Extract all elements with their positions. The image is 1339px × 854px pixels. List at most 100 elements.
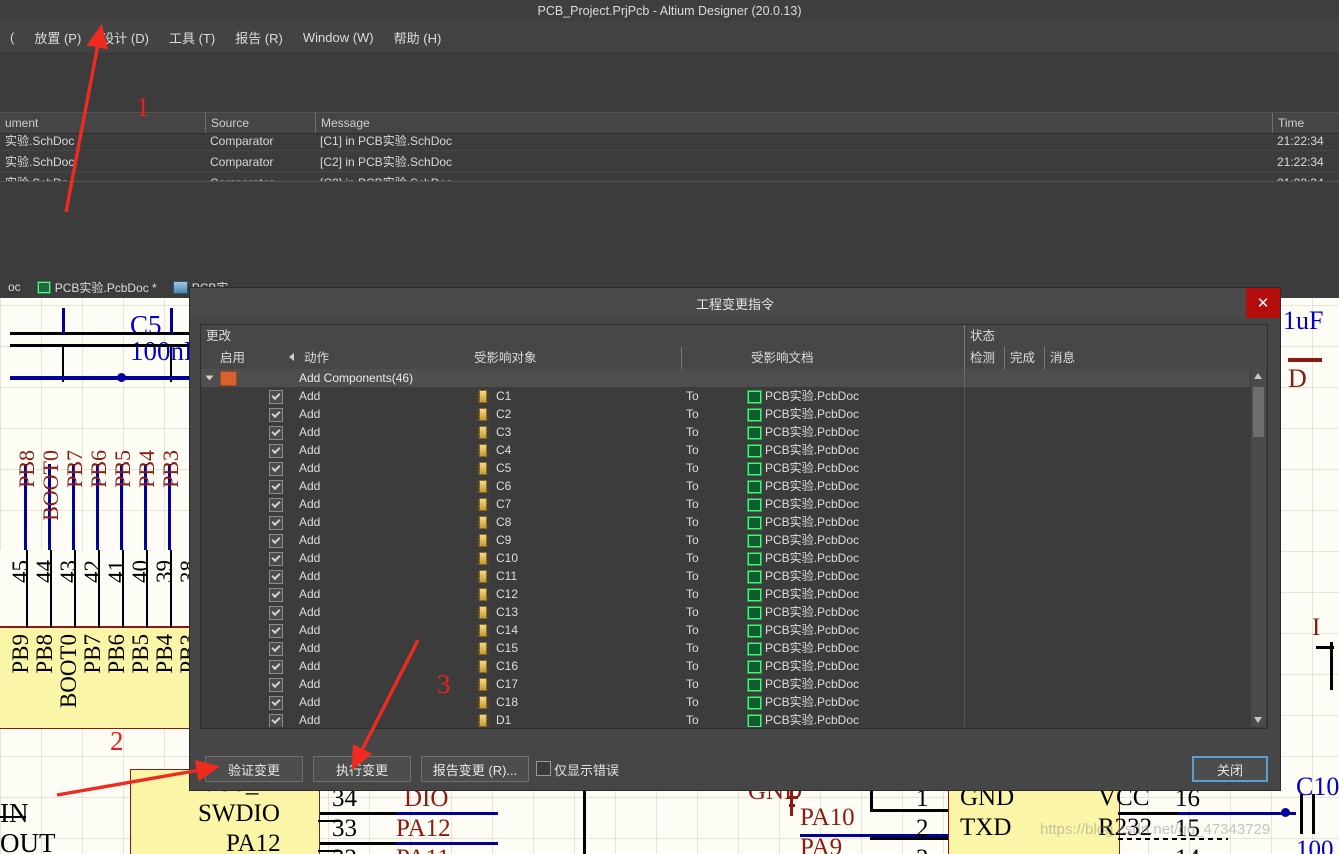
table-row[interactable]: Add C3 To PCB实验.PcbDoc — [201, 423, 1250, 441]
group-row[interactable]: Add Components(46) — [201, 369, 1250, 387]
changes-table[interactable]: 更改 状态 启用 动作 受影响对象 受影响文档 检测 完成 消息 Add Com… — [200, 324, 1268, 729]
table-row[interactable]: Add C12 To PCB实验.PcbDoc — [201, 585, 1250, 603]
validate-changes-button[interactable]: 验证变更 — [205, 756, 303, 782]
table-row[interactable]: Add C9 To PCB实验.PcbDoc — [201, 531, 1250, 549]
row-enable-checkbox[interactable] — [269, 696, 283, 710]
col-header-check[interactable]: 检测 — [964, 347, 1004, 369]
col-header-document[interactable]: ument — [0, 113, 205, 133]
r232-pin-num-14: 14 — [1175, 845, 1200, 854]
toolbar-gap — [0, 52, 1339, 108]
row-enable-checkbox[interactable] — [269, 408, 283, 422]
table-row[interactable]: Add C11 To PCB实验.PcbDoc — [201, 567, 1250, 585]
net-label: PB3 — [158, 450, 183, 488]
wire — [170, 308, 173, 334]
scroll-down-icon[interactable] — [1254, 717, 1262, 723]
rows-viewport[interactable]: Add Components(46) Add C1 To PCB实验.PcbDoc Ad… — [201, 369, 1250, 727]
close-icon[interactable]: ✕ — [1246, 288, 1280, 318]
cell-to: To — [686, 587, 699, 601]
junction — [1281, 808, 1290, 817]
menu-item-paren[interactable]: ( — [0, 27, 24, 48]
col-header-message[interactable]: 消息 — [1044, 347, 1250, 369]
table-row[interactable]: 实验.SchDoc Comparator [C1] in PCB实验.SchDo… — [0, 132, 1339, 151]
col-header-source[interactable]: Source — [205, 113, 315, 133]
row-enable-checkbox[interactable] — [269, 642, 283, 656]
menu-item-help[interactable]: 帮助 (H) — [384, 25, 452, 50]
table-row[interactable]: Add C17 To PCB实验.PcbDoc — [201, 675, 1250, 693]
row-enable-checkbox[interactable] — [269, 588, 283, 602]
menu-label: 设计 (D) — [101, 30, 149, 46]
table-row[interactable]: Add C6 To PCB实验.PcbDoc — [201, 477, 1250, 495]
table-row[interactable]: 实验.SchDoc Comparator [C2] in PCB实验.SchDo… — [0, 153, 1339, 172]
messages-panel[interactable]: ument Source Message Time 实验.SchDoc Comp… — [0, 108, 1339, 190]
engineering-change-order-dialog[interactable]: 工程变更指令 ✕ 更改 状态 启用 动作 受影响对象 受影响文档 检测 完成 消… — [190, 288, 1280, 790]
scroll-up-icon[interactable] — [1254, 373, 1262, 379]
row-enable-checkbox[interactable] — [269, 714, 283, 727]
row-enable-checkbox[interactable] — [269, 462, 283, 476]
table-row[interactable]: Add C14 To PCB实验.PcbDoc — [201, 621, 1250, 639]
table-row[interactable]: Add C10 To PCB实验.PcbDoc — [201, 549, 1250, 567]
col-header-done[interactable]: 完成 — [1004, 347, 1044, 369]
close-button[interactable]: 关闭 — [1192, 756, 1268, 782]
component-icon — [477, 588, 489, 601]
menu-label: 工具 (T) — [168, 30, 216, 46]
cell-affected-object: C3 — [496, 425, 512, 439]
row-enable-checkbox[interactable] — [269, 498, 283, 512]
pcb-doc-icon — [747, 570, 762, 584]
sort-arrow-icon[interactable] — [289, 353, 294, 361]
divider — [964, 369, 965, 387]
table-row[interactable]: Add C15 To PCB实验.PcbDoc — [201, 639, 1250, 657]
menu-item-place[interactable]: 放置 (P) — [24, 25, 91, 50]
table-row[interactable]: Add C8 To PCB实验.PcbDoc — [201, 513, 1250, 531]
row-enable-checkbox[interactable] — [269, 444, 283, 458]
wire — [789, 804, 795, 807]
report-changes-button[interactable]: 报告变更 (R)... — [421, 756, 529, 782]
col-header-message[interactable]: Message — [315, 113, 1225, 133]
row-enable-checkbox[interactable] — [269, 552, 283, 566]
scrollbar-thumb[interactable] — [1253, 387, 1264, 437]
col-header-enable[interactable]: 启用 — [215, 347, 287, 369]
row-enable-checkbox[interactable] — [269, 678, 283, 692]
row-enable-checkbox[interactable] — [269, 660, 283, 674]
row-enable-checkbox[interactable] — [269, 390, 283, 404]
table-row[interactable]: Add C5 To PCB实验.PcbDoc — [201, 459, 1250, 477]
vertical-scrollbar[interactable] — [1251, 369, 1266, 727]
only-show-errors-label[interactable]: 仅显示错误 — [554, 760, 619, 779]
execute-changes-button[interactable]: 执行变更 — [313, 756, 411, 782]
cap-value-right: 1uF — [1283, 306, 1324, 335]
table-row[interactable]: Add C4 To PCB实验.PcbDoc — [201, 441, 1250, 459]
row-enable-checkbox[interactable] — [269, 570, 283, 584]
cell-affected-document: PCB实验.PcbDoc — [765, 623, 860, 637]
expand-triangle-icon[interactable] — [205, 375, 214, 381]
menu-label: ( — [10, 29, 15, 45]
menu-bar[interactable]: ( 放置 (P) 设计 (D) 工具 (T) 报告 (R) Window (W)… — [0, 22, 1339, 52]
component-icon — [477, 390, 489, 403]
col-header-time[interactable]: Time — [1272, 113, 1339, 133]
tab-partial[interactable]: oc — [0, 280, 29, 294]
table-row[interactable]: Add C7 To PCB实验.PcbDoc — [201, 495, 1250, 513]
tab-pcb-doc[interactable]: PCB实验.PcbDoc * — [29, 279, 165, 296]
table-row[interactable]: Add C16 To PCB实验.PcbDoc — [201, 657, 1250, 675]
menu-item-reports[interactable]: 报告 (R) — [225, 25, 293, 50]
row-enable-checkbox[interactable] — [269, 480, 283, 494]
divider — [964, 657, 965, 675]
menu-item-window[interactable]: Window (W) — [293, 27, 384, 48]
table-row[interactable]: Add C18 To PCB实验.PcbDoc — [201, 693, 1250, 711]
table-row[interactable]: Add C13 To PCB实验.PcbDoc — [201, 603, 1250, 621]
only-show-errors-checkbox[interactable] — [536, 761, 551, 776]
col-header-action[interactable]: 动作 — [299, 347, 469, 369]
table-row[interactable]: Add C1 To PCB实验.PcbDoc — [201, 387, 1250, 405]
col-header-affected-object[interactable]: 受影响对象 — [469, 347, 681, 369]
row-enable-checkbox[interactable] — [269, 606, 283, 620]
row-enable-checkbox[interactable] — [269, 426, 283, 440]
cell-action: Add — [299, 551, 321, 565]
menu-item-design[interactable]: 设计 (D) — [91, 25, 159, 50]
col-header-affected-document[interactable]: 受影响文档 — [746, 347, 964, 369]
pcb-doc-icon — [747, 408, 762, 422]
row-enable-checkbox[interactable] — [269, 516, 283, 530]
table-row[interactable]: Add C2 To PCB实验.PcbDoc — [201, 405, 1250, 423]
table-row[interactable]: Add D1 To PCB实验.PcbDoc — [201, 711, 1250, 727]
menu-item-tools[interactable]: 工具 (T) — [159, 25, 225, 50]
row-enable-checkbox[interactable] — [269, 624, 283, 638]
row-enable-checkbox[interactable] — [269, 534, 283, 548]
menu-label: Window (W) — [302, 29, 374, 45]
